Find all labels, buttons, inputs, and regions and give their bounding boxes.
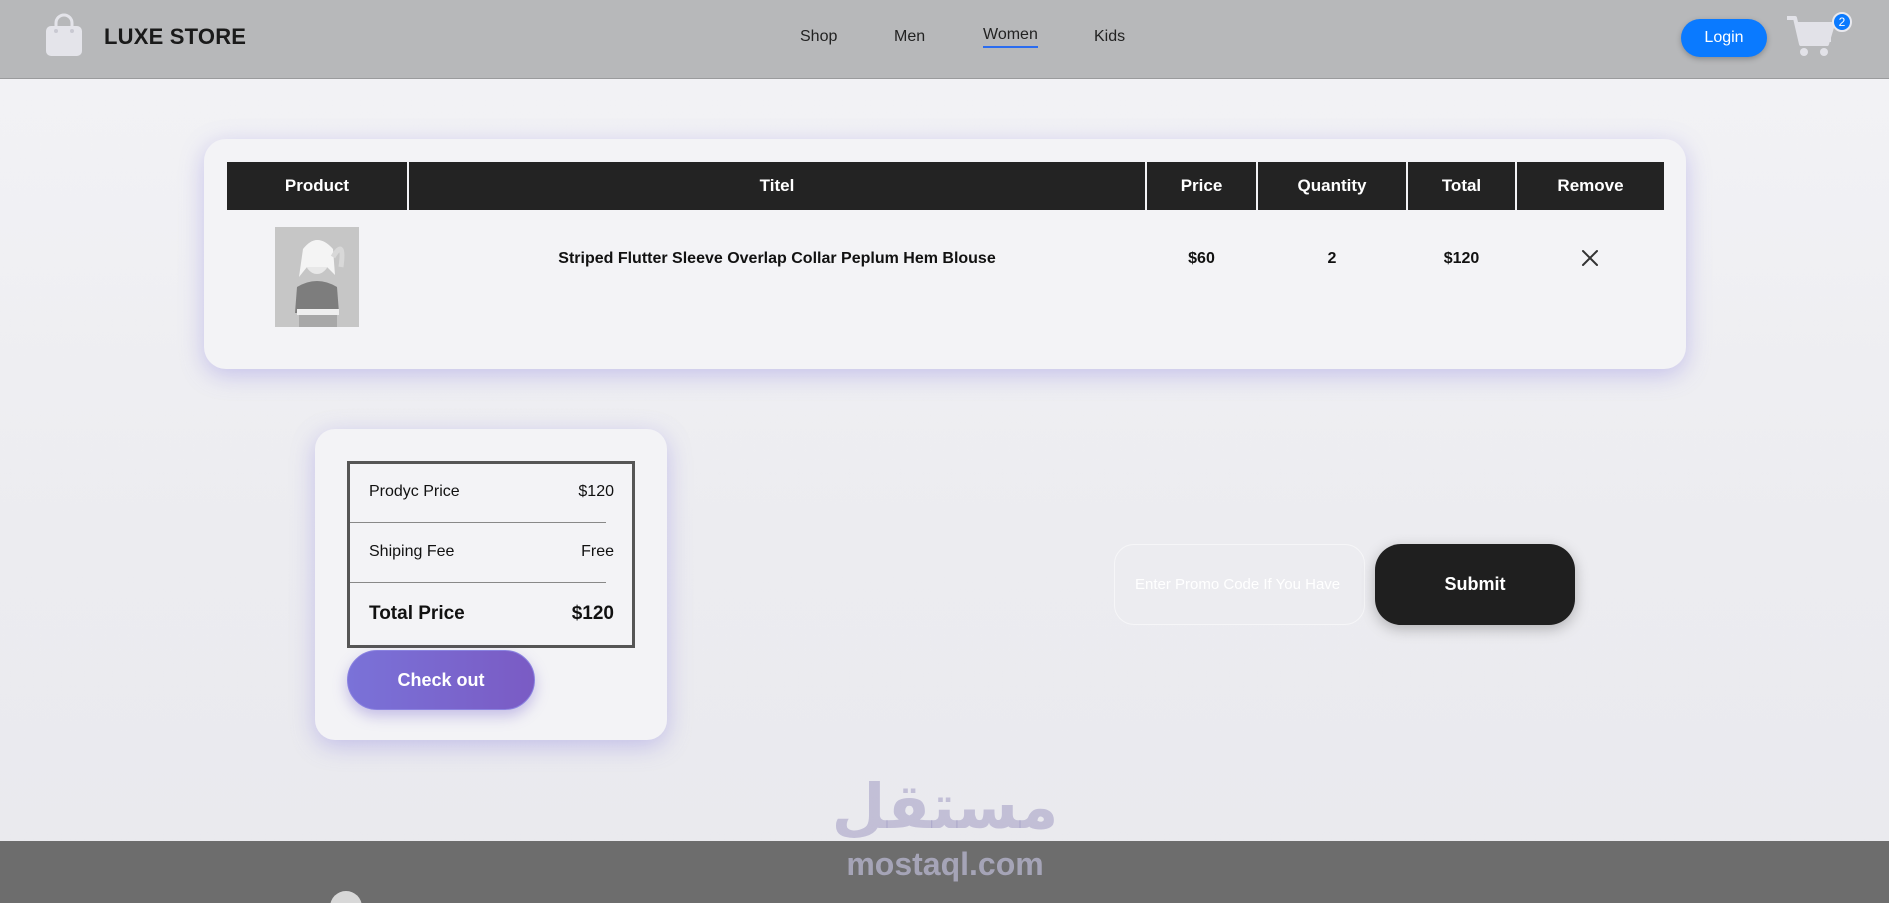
nav-item-women[interactable]: Women [983,26,1038,48]
column-header-price: Price [1147,162,1256,210]
close-icon[interactable] [1579,247,1601,269]
divider [350,522,606,523]
order-summary-box: Prodyc Price $120 Shiping Fee Free Total… [347,461,635,648]
column-header-total: Total [1408,162,1515,210]
cart-count-badge: 2 [1832,12,1852,32]
column-header-product: Product [227,162,407,210]
product-price-label: Prodyc Price [369,483,460,500]
footer-avatar [330,891,362,903]
login-button[interactable]: Login [1681,19,1767,57]
cart-table-header: Product Titel Price Quantity Total Remov… [227,162,1664,210]
nav-item-shop[interactable]: Shop [800,28,837,46]
cart-icon[interactable] [1785,12,1837,58]
top-navbar: LUXE STORE Shop Men Women Kids Login 2 [0,0,1889,79]
order-summary-card: Prodyc Price $120 Shiping Fee Free Total… [315,429,667,740]
total-price-label: Total Price [369,603,465,624]
product-image[interactable] [275,227,359,327]
summary-row-total: Total Price $120 [369,603,614,625]
summary-row-product-price: Prodyc Price $120 [369,483,614,501]
shipping-fee-value: Free [581,543,614,560]
total-price-value: $120 [571,603,614,624]
submit-button[interactable]: Submit [1375,544,1575,625]
column-header-remove: Remove [1517,162,1664,210]
column-header-title: Titel [409,162,1145,210]
shipping-fee-label: Shiping Fee [369,543,455,560]
product-price-value: $120 [578,483,614,500]
divider [350,582,606,583]
cart-item-total: $120 [1443,250,1480,267]
watermark-url: mostaql.com [846,846,1044,882]
summary-row-shipping: Shiping Fee Free [369,543,614,561]
cart-table-card: Product Titel Price Quantity Total Remov… [204,139,1686,369]
checkout-button[interactable]: Check out [347,650,535,710]
cart-item-price: $60 [1188,250,1215,267]
main-nav: Shop Men Women Kids [0,26,1889,52]
cart-item-quantity[interactable]: 2 [1258,247,1406,271]
column-header-quantity: Quantity [1258,162,1406,210]
nav-item-kids[interactable]: Kids [1094,28,1125,46]
watermark-arabic: مستقل [831,770,1059,843]
promo-code-input[interactable] [1114,544,1365,625]
cart-item-title: Striped Flutter Sleeve Overlap Collar Pe… [558,250,996,267]
nav-item-men[interactable]: Men [894,28,925,46]
